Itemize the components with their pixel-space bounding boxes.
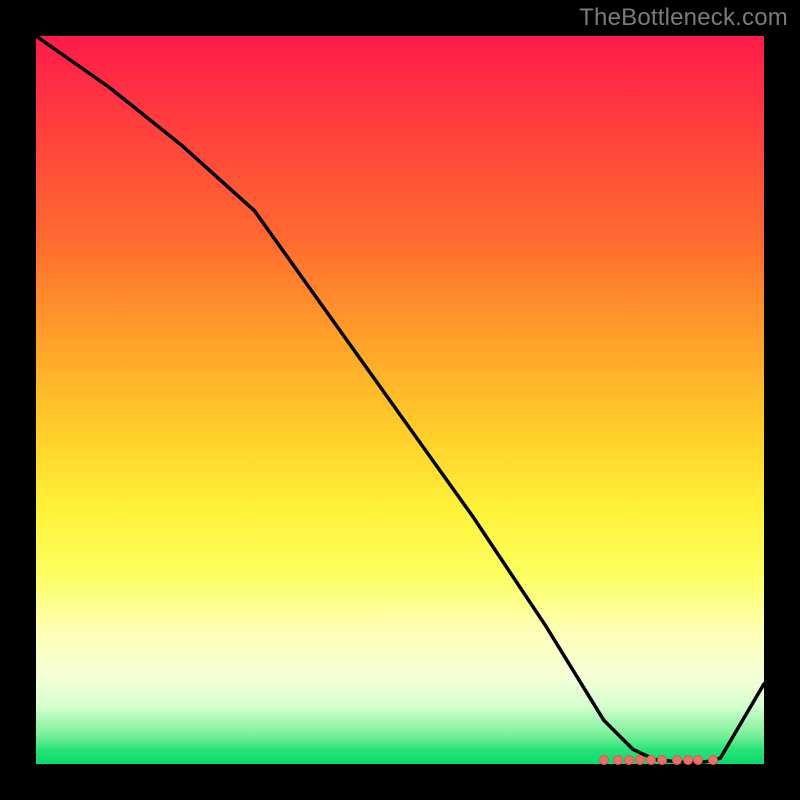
optimal-point [683, 755, 693, 765]
bottleneck-curve [36, 36, 764, 764]
optimal-point [672, 755, 682, 765]
attribution-label: TheBottleneck.com [579, 4, 788, 32]
plot-area [36, 36, 764, 764]
chart-container: { "attribution": "TheBottleneck.com", "c… [0, 0, 800, 800]
